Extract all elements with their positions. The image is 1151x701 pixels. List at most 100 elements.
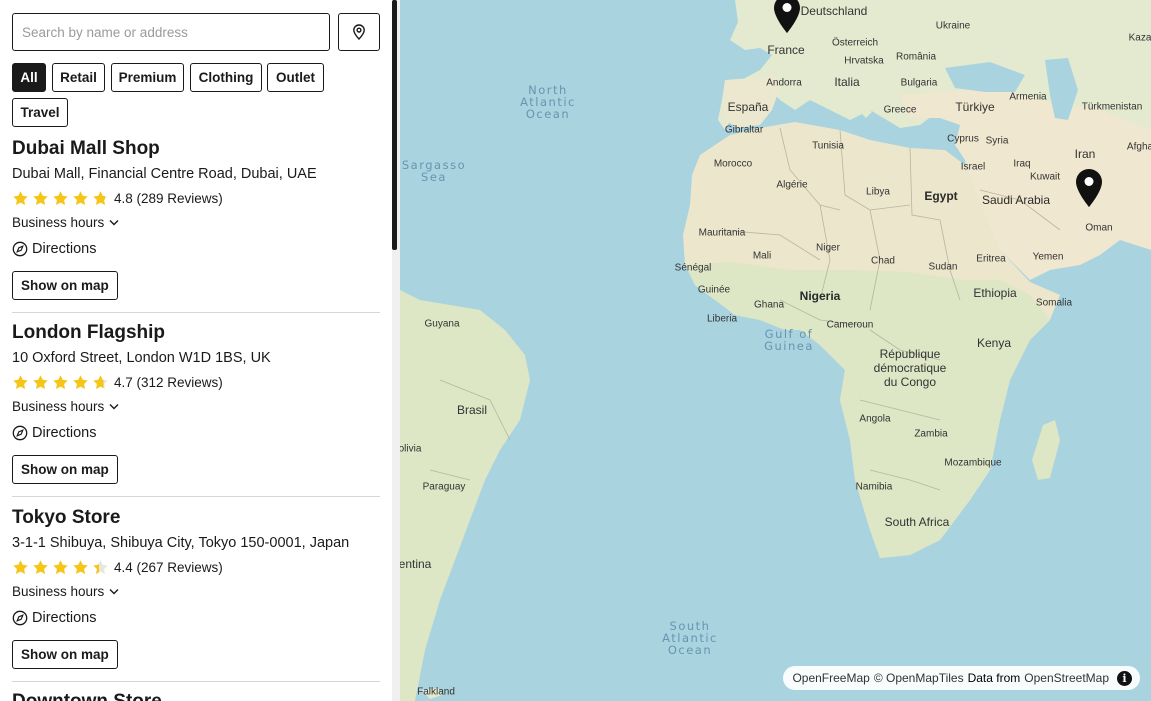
star-icon [13, 559, 28, 574]
map-label-armenia: Armenia [1009, 91, 1047, 103]
map-label-iran: Iran [1074, 147, 1096, 161]
info-icon[interactable]: i [1117, 670, 1132, 686]
map-label-namibia: Namibia [855, 481, 893, 493]
map-pin-icon [353, 24, 365, 40]
store-card: Downtown Store [12, 691, 380, 701]
map-label-guyana: Guyana [424, 318, 460, 330]
store-rating: 4.7 (312 Reviews) [12, 373, 223, 391]
star-icon [93, 374, 108, 389]
map-label-rdc-3: du Congo [883, 375, 937, 389]
map-label-israel: Israel [960, 161, 986, 173]
business-hours-toggle[interactable]: Business hours [12, 399, 119, 414]
map-label-osterreich: Österreich [831, 37, 879, 49]
map-label-rdc-2: démocratique [873, 361, 947, 375]
filter-chip-outlet[interactable]: Outlet [267, 63, 324, 92]
compass-icon [12, 610, 28, 626]
map-label-somalia: Somalia [1035, 297, 1073, 309]
filter-chip-premium[interactable]: Premium [111, 63, 184, 92]
star-icon [53, 374, 68, 389]
divider [12, 312, 380, 313]
map-label-turkiye: Türkiye [955, 100, 995, 114]
map-label-espana: España [727, 100, 769, 114]
attribution-data-from: Data from [967, 671, 1021, 685]
map-label-falkland: Falkland [417, 686, 455, 698]
map-label-afgha: Afgha [1126, 141, 1151, 153]
map-label-kaza: Kaza [1128, 32, 1151, 44]
map-label-senegal: Sénégal [674, 262, 712, 274]
ocean-line: Guinea [764, 339, 814, 353]
store-rating: 4.4 (267 Reviews) [12, 558, 223, 576]
map-label-algerie: Algérie [776, 179, 808, 191]
map-label-romania: România [895, 51, 937, 63]
business-hours-toggle[interactable]: Business hours [12, 584, 119, 599]
map-view[interactable]: Deutschland Ukraine Kaza France Österrei… [400, 0, 1151, 701]
star-icon [73, 559, 88, 574]
store-card: Tokyo Store 3-1-1 Shibuya, Shibuya City,… [12, 507, 380, 687]
map-label-sudan: Sudan [928, 261, 958, 273]
map-label-ethiopia: Ethiopia [973, 286, 1017, 300]
map-label-liberia: Liberia [706, 313, 738, 325]
attribution-openfreemap-link[interactable]: OpenFreeMap [792, 671, 869, 685]
store-name: Tokyo Store [12, 507, 121, 528]
star-icon [33, 374, 48, 389]
business-hours-label: Business hours [12, 215, 105, 230]
map-pin-dubai[interactable] [1075, 168, 1103, 208]
star-icon [93, 190, 108, 205]
map-label-hrvatska: Hrvatska [844, 55, 884, 67]
map-label-mauritania: Mauritania [698, 227, 746, 239]
directions-link[interactable]: Directions [12, 425, 96, 441]
map-label-italia: Italia [834, 75, 860, 89]
divider [12, 496, 380, 497]
store-list-panel: All Retail Premium Clothing Outlet Trave… [0, 0, 392, 701]
map-label-turkmenistan: Türkmenistan [1081, 101, 1143, 113]
rating-text: 4.4 (267 Reviews) [114, 559, 223, 575]
filter-chip-all[interactable]: All [12, 63, 46, 92]
scrollbar-thumb[interactable] [392, 0, 397, 250]
compass-icon [12, 425, 28, 441]
map-label-niger: Niger [816, 242, 840, 254]
directions-label: Directions [32, 241, 97, 257]
store-address: Dubai Mall, Financial Centre Road, Dubai… [12, 166, 317, 182]
map-label-iraq: Iraq [1013, 158, 1031, 170]
map-label-morocco: Morocco [713, 158, 753, 170]
store-name: Dubai Mall Shop [12, 138, 160, 159]
map-label-zambia: Zambia [914, 428, 948, 440]
map-label-yemen: Yemen [1032, 251, 1064, 263]
map-label-deutschland: Deutschland [800, 4, 868, 18]
show-on-map-button[interactable]: Show on map [12, 455, 118, 484]
map-label-oman: Oman [1085, 222, 1113, 234]
star-icon [33, 190, 48, 205]
map-label-guinee: Guinée [697, 284, 731, 296]
map-label-kenya: Kenya [976, 336, 1012, 350]
rating-stars [12, 374, 112, 391]
filter-chip-retail[interactable]: Retail [52, 63, 105, 92]
ocean-line: Sea [421, 170, 447, 184]
map-label-gulf-of-guinea: Gulf of Guinea [764, 328, 814, 352]
show-on-map-button[interactable]: Show on map [12, 271, 118, 300]
search-input[interactable] [12, 13, 330, 51]
map-label-south-africa: South Africa [884, 515, 950, 529]
locate-me-button[interactable] [338, 13, 380, 51]
store-name: Downtown Store [12, 691, 162, 701]
map-label-andorra: Andorra [766, 77, 802, 89]
attribution-openmaptiles-link[interactable]: © OpenMapTiles [874, 671, 964, 685]
map-label-ghana: Ghana [753, 299, 785, 311]
business-hours-label: Business hours [12, 584, 105, 599]
filter-chip-clothing[interactable]: Clothing [190, 63, 262, 92]
business-hours-toggle[interactable]: Business hours [12, 215, 119, 230]
star-icon [13, 374, 28, 389]
directions-link[interactable]: Directions [12, 241, 96, 257]
star-icon [13, 190, 28, 205]
map-pin-london[interactable] [773, 0, 801, 34]
attribution-osm-link[interactable]: OpenStreetMap [1024, 671, 1109, 685]
map-label-bulgaria: Bulgaria [900, 77, 938, 89]
map-label-cyprus: Cyprus [947, 133, 979, 145]
map-label-nigeria: Nigeria [799, 289, 841, 303]
map-label-angola: Angola [859, 413, 891, 425]
star-icon [33, 559, 48, 574]
map-label-cameroun: Cameroun [826, 319, 874, 331]
map-label-libya: Libya [866, 186, 890, 198]
filter-chip-travel[interactable]: Travel [12, 98, 68, 127]
show-on-map-button[interactable]: Show on map [12, 640, 118, 669]
directions-link[interactable]: Directions [12, 610, 96, 626]
